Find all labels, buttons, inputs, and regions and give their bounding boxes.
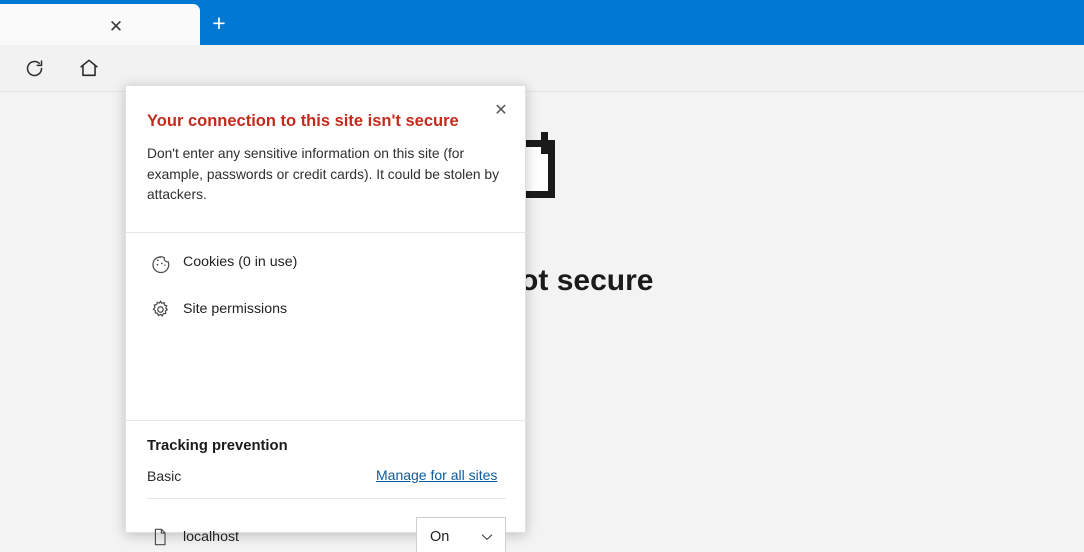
divider [126, 420, 527, 421]
dropdown-value: On [430, 528, 450, 545]
menu-item-site-permissions[interactable]: Site permissions [126, 286, 527, 332]
security-warning-title: Your connection to this site isn't secur… [147, 112, 459, 130]
cookie-icon [147, 249, 173, 275]
chevron-down-icon [479, 529, 495, 545]
site-permission-dropdown[interactable]: On [416, 517, 506, 552]
tab-strip: t ✕ + [0, 0, 1084, 45]
site-row-label: localhost [183, 529, 239, 545]
menu-item-cookies[interactable]: Cookies (0 in use) [126, 239, 527, 285]
browser-tab[interactable]: t ✕ [0, 4, 200, 45]
gear-icon [147, 296, 173, 322]
document-icon [147, 524, 173, 550]
tracking-prevention-level: Basic [147, 468, 182, 484]
reload-icon[interactable] [19, 53, 49, 83]
divider [126, 232, 527, 233]
divider [147, 498, 506, 499]
security-warning-description: Don't enter any sensitive information on… [147, 146, 499, 202]
popup-close-button[interactable]: ✕ [486, 97, 516, 125]
menu-item-label: Site permissions [183, 301, 288, 317]
tracking-prevention-heading: Tracking prevention [147, 438, 288, 454]
browser-window: t ✕ + https:// [0, 0, 1084, 552]
tab-close-button[interactable]: ✕ [103, 15, 129, 37]
manage-for-all-sites-link[interactable]: Manage for all sites [376, 467, 497, 483]
home-icon[interactable] [74, 53, 104, 83]
new-tab-button[interactable]: + [205, 9, 233, 37]
site-security-popup: ✕ Your connection to this site isn't sec… [125, 85, 527, 552]
error-icon-fold [541, 132, 548, 154]
menu-item-label: Cookies (0 in use) [183, 254, 298, 270]
